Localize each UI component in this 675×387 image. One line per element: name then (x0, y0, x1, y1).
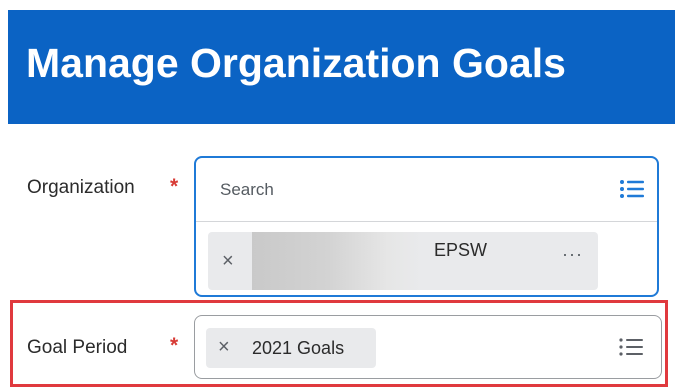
more-options-icon[interactable]: ··· (562, 244, 583, 265)
goal-period-required-mark: * (170, 334, 179, 357)
remove-icon[interactable]: × (222, 251, 234, 271)
organization-label: Organization (27, 177, 135, 198)
page-title: Manage Organization Goals (26, 40, 566, 86)
organization-item-label: EPSW (434, 240, 488, 260)
page-header: Manage Organization Goals (8, 10, 675, 124)
goal-period-selected-item: × 2021 Goals (206, 328, 376, 368)
page: Manage Organization Goals Organization *… (0, 0, 675, 387)
prompt-list-icon[interactable] (620, 180, 644, 198)
organization-selected-item: × EPSW ··· (208, 232, 598, 290)
organization-search-input[interactable]: Search (220, 180, 274, 200)
prompt-list-icon[interactable] (619, 338, 643, 356)
remove-icon[interactable]: × (218, 337, 230, 357)
redacted-block (252, 232, 422, 290)
organization-search-row[interactable]: Search (196, 158, 657, 221)
organization-required-mark: * (170, 175, 179, 198)
goal-period-label: Goal Period (27, 337, 128, 358)
goal-period-prompt[interactable]: × 2021 Goals (194, 315, 662, 379)
organization-divider (196, 221, 657, 222)
organization-prompt[interactable]: Search × EPSW ··· (194, 156, 659, 297)
goal-period-item-label: 2021 Goals (252, 338, 345, 358)
